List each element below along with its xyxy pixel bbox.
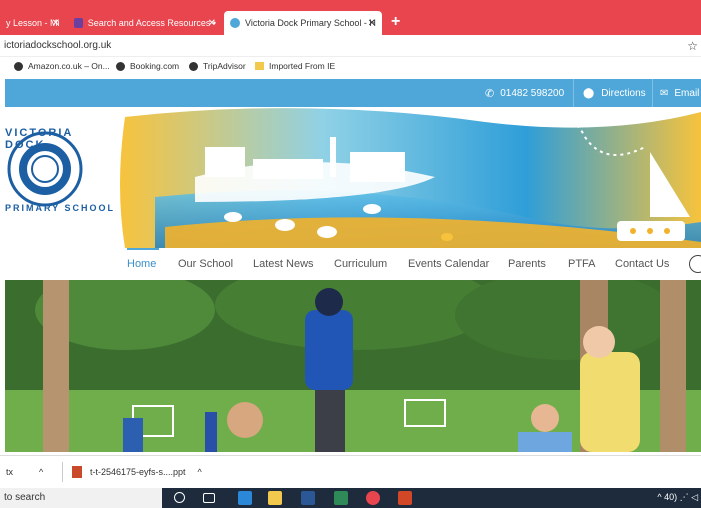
fish-icon	[224, 212, 242, 222]
email-link[interactable]: ✉ Email	[660, 79, 699, 107]
globe-icon	[14, 61, 23, 71]
tab-label: Victoria Dock Primary School - H	[245, 18, 376, 28]
site-navigation: Home Our School Latest News Curriculum E…	[5, 248, 701, 280]
windows-taskbar: to search ^ 40) ⋰ ◁	[0, 488, 701, 508]
chevron-up-icon[interactable]: ^	[198, 467, 202, 477]
banner-illustration	[7, 108, 701, 248]
url-text[interactable]: ictoriadockschool.org.uk	[4, 40, 111, 51]
browser-tab-bar: y Lesson - Mi ✕ Search and Access Resour…	[0, 0, 701, 35]
download-item[interactable]: t-t-2546175-eyfs-s....ppt ^	[72, 456, 202, 488]
download-item[interactable]: tx ^	[6, 456, 43, 488]
bookmarks-bar: Amazon.co.uk – On... Booking.com TripAdv…	[0, 57, 701, 77]
folder-icon	[255, 62, 264, 70]
separator	[62, 462, 63, 482]
word-icon[interactable]	[301, 491, 315, 505]
active-nav-indicator	[127, 248, 159, 250]
powerpoint-icon[interactable]	[398, 491, 412, 505]
bookmark-label: TripAdvisor	[203, 61, 246, 71]
nav-item-latest-news[interactable]: Latest News	[253, 258, 314, 270]
logo-text-bottom: PRIMARY SCHOOL	[5, 203, 116, 213]
nav-item-curriculum[interactable]: Curriculum	[334, 258, 387, 270]
globe-icon	[189, 61, 198, 71]
playground-photo	[5, 280, 701, 452]
close-tab-icon[interactable]: ✕	[52, 18, 60, 29]
tab-favicon-icon	[230, 18, 240, 28]
nav-item-home[interactable]: Home	[127, 258, 156, 270]
browser-tab[interactable]: Search and Access Resources • ✕	[68, 11, 222, 35]
file-explorer-icon[interactable]	[268, 491, 282, 505]
fish-icon	[275, 219, 295, 231]
close-tab-icon[interactable]: ✕	[208, 18, 216, 29]
edge-icon[interactable]	[238, 491, 252, 505]
separator	[652, 79, 653, 107]
browser-tab-active[interactable]: Victoria Dock Primary School - H ✕	[224, 11, 382, 35]
taskbar-search[interactable]: to search	[0, 488, 162, 508]
site-contact-bar: ✆ 01482 598200 ⬤ Directions ✉ Email	[5, 79, 701, 107]
task-view-icon[interactable]	[203, 493, 215, 503]
bookmark-item[interactable]: Imported From IE	[255, 61, 335, 71]
castle-silhouette	[205, 147, 245, 177]
separator	[573, 79, 574, 107]
new-tab-button[interactable]: +	[391, 13, 400, 31]
bookmark-label: Amazon.co.uk – On...	[28, 61, 110, 71]
fish-icon	[441, 233, 453, 241]
fish-icon	[363, 204, 381, 214]
fish-icon	[317, 226, 337, 238]
search-icon[interactable]	[689, 255, 701, 273]
powerpoint-file-icon	[72, 466, 82, 478]
directions-label: Directions	[601, 87, 646, 99]
phone-number: 01482 598200	[500, 87, 565, 99]
bookmark-label: Booking.com	[130, 61, 180, 71]
phone-icon: ✆	[485, 87, 495, 100]
cortana-icon[interactable]	[174, 492, 185, 503]
nav-item-ptfa[interactable]: PTFA	[568, 258, 596, 270]
bookmark-label: Imported From IE	[269, 61, 336, 71]
download-filename: t-t-2546175-eyfs-s....ppt	[90, 467, 186, 477]
bookmark-star-icon[interactable]: ☆	[687, 39, 698, 53]
bookmark-item[interactable]: TripAdvisor	[189, 61, 246, 71]
envelope-icon: ✉	[660, 87, 669, 99]
directions-link[interactable]: ⬤ Directions	[583, 79, 646, 107]
email-label: Email	[674, 87, 700, 99]
download-filename: tx	[6, 467, 14, 477]
close-tab-icon[interactable]: ✕	[368, 18, 376, 29]
hero-photo	[5, 280, 701, 452]
site-banner: VICTORIA DOCK PRIMARY SCHOOL	[5, 107, 701, 248]
system-tray[interactable]: ^ 40) ⋰ ◁	[657, 492, 698, 503]
downloads-shelf: tx ^ t-t-2546175-eyfs-s....ppt ^	[0, 455, 701, 487]
tab-favicon-icon	[74, 18, 83, 28]
bookmark-item[interactable]: Booking.com	[116, 61, 179, 71]
publisher-icon[interactable]	[334, 491, 348, 505]
map-pin-icon: ⬤	[583, 87, 595, 99]
nav-item-events-calendar[interactable]: Events Calendar	[408, 258, 489, 270]
chrome-icon[interactable]	[366, 491, 380, 505]
nav-item-parents[interactable]: Parents	[508, 258, 546, 270]
tab-label: Search and Access Resources •	[87, 18, 216, 28]
globe-icon	[116, 61, 125, 71]
nav-item-our-school[interactable]: Our School	[178, 258, 233, 270]
nav-item-contact-us[interactable]: Contact Us	[615, 258, 669, 270]
chevron-up-icon[interactable]: ^	[39, 467, 43, 477]
address-bar[interactable]: ictoriadockschool.org.uk ☆	[0, 35, 701, 57]
search-placeholder: to search	[4, 492, 46, 503]
logo-text-top: VICTORIA DOCK	[5, 127, 73, 151]
bookmark-item[interactable]: Amazon.co.uk – On...	[14, 61, 110, 71]
phone-link[interactable]: ✆ 01482 598200	[485, 79, 564, 107]
browser-tab[interactable]: y Lesson - Mi ✕	[0, 11, 66, 35]
